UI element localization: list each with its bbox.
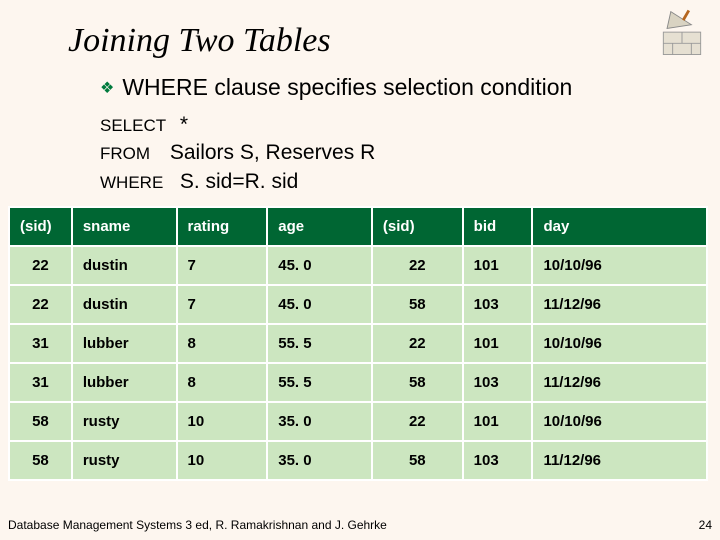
table-cell: 22: [372, 402, 463, 441]
sql-val-from: Sailors S, Reserves R: [170, 141, 375, 164]
table-cell: 101: [463, 246, 533, 285]
table-cell: 35. 0: [267, 441, 372, 480]
table-cell: 45. 0: [267, 246, 372, 285]
table-cell: 101: [463, 402, 533, 441]
table-cell: 58: [372, 363, 463, 402]
table-cell: 22: [372, 324, 463, 363]
table-row: 22dustin745. 02210110/10/96: [9, 246, 707, 285]
table-cell: 7: [177, 285, 268, 324]
table-cell: 103: [463, 363, 533, 402]
footer: Database Management Systems 3 ed, R. Ram…: [8, 518, 712, 532]
table-row: 31lubber855. 55810311/12/96: [9, 363, 707, 402]
table-cell: 35. 0: [267, 402, 372, 441]
table-row: 22dustin745. 05810311/12/96: [9, 285, 707, 324]
table-cell: 11/12/96: [532, 441, 707, 480]
bullet-text: WHERE clause specifies selection conditi…: [122, 74, 572, 101]
table-cell: 58: [372, 285, 463, 324]
slide-title: Joining Two Tables: [0, 0, 720, 74]
table-cell: 55. 5: [267, 363, 372, 402]
table-cell: 22: [9, 246, 72, 285]
col-bid: bid: [463, 207, 533, 246]
sql-kw-select: SELECT: [100, 115, 174, 138]
col-sid1: (sid): [9, 207, 72, 246]
table-head: (sid) sname rating age (sid) bid day: [9, 207, 707, 246]
table-cell: 101: [463, 324, 533, 363]
table-cell: 11/12/96: [532, 285, 707, 324]
table-cell: 8: [177, 363, 268, 402]
footer-credit: Database Management Systems 3 ed, R. Ram…: [8, 518, 387, 532]
sql-kw-where: WHERE: [100, 172, 174, 195]
bullet-item: ❖ WHERE clause specifies selection condi…: [0, 74, 720, 101]
table-cell: dustin: [72, 285, 177, 324]
table-cell: 10: [177, 441, 268, 480]
table-cell: 10: [177, 402, 268, 441]
table-cell: 8: [177, 324, 268, 363]
table-cell: rusty: [72, 441, 177, 480]
table-cell: 103: [463, 441, 533, 480]
table-cell: 58: [372, 441, 463, 480]
table-cell: 31: [9, 363, 72, 402]
table-cell: rusty: [72, 402, 177, 441]
table-body: 22dustin745. 02210110/10/9622dustin745. …: [9, 246, 707, 480]
diamond-icon: ❖: [100, 78, 114, 98]
table-cell: 22: [372, 246, 463, 285]
sql-val-select: *: [180, 113, 188, 136]
table-row: 58rusty1035. 05810311/12/96: [9, 441, 707, 480]
brick-trowel-icon: [654, 6, 710, 62]
col-sid2: (sid): [372, 207, 463, 246]
sql-block: SELECT * FROM Sailors S, Reserves R WHER…: [0, 111, 720, 196]
table-cell: dustin: [72, 246, 177, 285]
table-cell: 58: [9, 441, 72, 480]
sql-line-from: FROM Sailors S, Reserves R: [100, 139, 720, 167]
col-sname: sname: [72, 207, 177, 246]
table-cell: 31: [9, 324, 72, 363]
sql-val-where: S. sid=R. sid: [180, 170, 298, 193]
col-rating: rating: [177, 207, 268, 246]
result-table: (sid) sname rating age (sid) bid day 22d…: [8, 206, 708, 481]
sql-line-where: WHERE S. sid=R. sid: [100, 168, 720, 196]
table-header-row: (sid) sname rating age (sid) bid day: [9, 207, 707, 246]
table-cell: 10/10/96: [532, 324, 707, 363]
table-row: 58rusty1035. 02210110/10/96: [9, 402, 707, 441]
table-cell: 45. 0: [267, 285, 372, 324]
table-cell: lubber: [72, 363, 177, 402]
table-cell: 7: [177, 246, 268, 285]
table-cell: 55. 5: [267, 324, 372, 363]
table-row: 31lubber855. 52210110/10/96: [9, 324, 707, 363]
sql-kw-from: FROM: [100, 143, 164, 166]
footer-page: 24: [699, 518, 712, 532]
table-cell: lubber: [72, 324, 177, 363]
col-day: day: [532, 207, 707, 246]
table-cell: 10/10/96: [532, 402, 707, 441]
table-cell: 11/12/96: [532, 363, 707, 402]
table-cell: 103: [463, 285, 533, 324]
col-age: age: [267, 207, 372, 246]
sql-line-select: SELECT *: [100, 111, 720, 139]
table-cell: 58: [9, 402, 72, 441]
table-cell: 22: [9, 285, 72, 324]
table-cell: 10/10/96: [532, 246, 707, 285]
